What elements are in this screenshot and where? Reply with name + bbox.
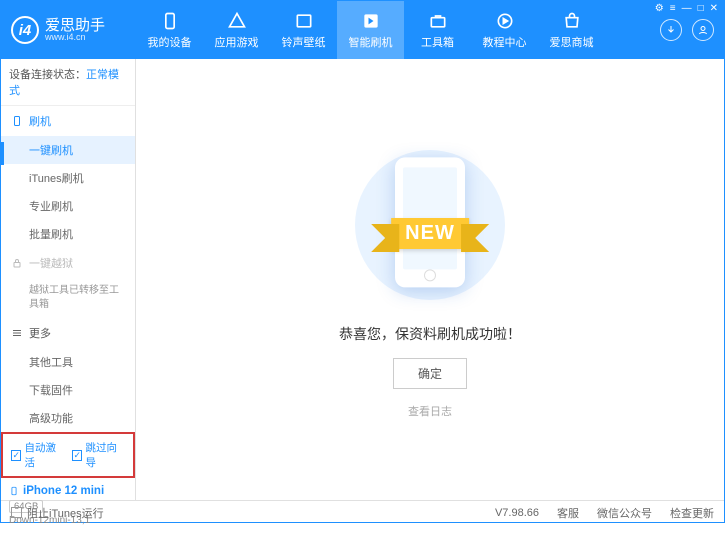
sidebar-section-more[interactable]: 更多 [1,318,135,348]
support-link[interactable]: 客服 [557,505,579,521]
settings-icon[interactable]: ⚙ [655,3,664,14]
tab-label: 智能刷机 [349,34,393,50]
checkbox-icon: ✓ [72,450,82,461]
maximize-icon[interactable]: □ [698,3,704,14]
sidebar: 设备连接状态：正常模式 刷机 一键刷机 iTunes刷机 专业刷机 批量刷机 一… [1,59,136,500]
status-label: 设备连接状态： [9,69,86,81]
device-status: 设备连接状态：正常模式 [1,59,135,106]
main-content: NEW 恭喜您，保资料刷机成功啦！ 确定 查看日志 [136,59,724,500]
tab-label: 我的设备 [148,34,192,50]
close-icon[interactable]: ✕ [710,3,718,14]
tab-label: 教程中心 [483,34,527,50]
tab-label: 爱思商城 [550,34,594,50]
jailbreak-note: 越狱工具已转移至工具箱 [1,278,135,318]
logo-icon: i4 [11,16,39,44]
success-message: 恭喜您，保资料刷机成功啦！ [339,324,521,344]
device-name: iPhone 12 mini [23,485,104,497]
phone-icon [160,11,180,31]
lock-icon [11,257,23,269]
sidebar-item-download-fw[interactable]: 下载固件 [1,376,135,404]
tab-ringtones[interactable]: 铃声壁纸 [270,1,337,59]
user-icon [697,24,709,36]
flash-icon [361,11,381,31]
new-ribbon: NEW [391,218,469,249]
minimize-icon[interactable]: — [682,3,692,14]
success-illustration: NEW [355,140,505,310]
tab-store[interactable]: 爱思商城 [538,1,605,59]
sidebar-item-advanced[interactable]: 高级功能 [1,404,135,432]
checkbox-label: 自动激活 [24,440,64,470]
view-log-link[interactable]: 查看日志 [408,403,452,419]
sidebar-item-pro[interactable]: 专业刷机 [1,192,135,220]
device-icon [9,484,19,498]
wechat-link[interactable]: 微信公众号 [597,505,652,521]
sidebar-section-flash[interactable]: 刷机 [1,106,135,136]
apps-icon [227,11,247,31]
user-button[interactable] [692,19,714,41]
confirm-button[interactable]: 确定 [393,358,467,389]
checkbox-block-itunes[interactable] [11,507,22,518]
tab-label: 工具箱 [421,34,454,50]
checkbox-label: 跳过向导 [85,440,125,470]
section-label: 刷机 [29,113,51,129]
sidebar-item-batch[interactable]: 批量刷机 [1,220,135,248]
checkbox-icon: ✓ [11,450,21,461]
sidebar-item-other-tools[interactable]: 其他工具 [1,348,135,376]
checkbox-auto-activate[interactable]: ✓ 自动激活 [11,440,64,470]
tab-apps[interactable]: 应用游戏 [203,1,270,59]
tab-toolbox[interactable]: 工具箱 [404,1,471,59]
titlebar: i4 爱思助手 www.i4.cn 我的设备 应用游戏 铃声壁纸 智能刷机 [1,1,724,59]
sidebar-item-itunes[interactable]: iTunes刷机 [1,164,135,192]
section-label: 一键越狱 [29,255,73,271]
section-label: 更多 [29,325,51,341]
more-icon [11,327,23,339]
sidebar-options-box: ✓ 自动激活 ✓ 跳过向导 [1,432,135,478]
check-update-link[interactable]: 检查更新 [670,505,714,521]
download-icon [665,24,677,36]
wallpaper-icon [294,11,314,31]
phone-icon [11,115,23,127]
tutorial-icon [495,11,515,31]
tab-label: 应用游戏 [215,34,259,50]
block-itunes-label: 阻止iTunes运行 [27,505,104,521]
app-url: www.i4.cn [45,33,105,42]
tab-label: 铃声壁纸 [282,34,326,50]
logo-area: i4 爱思助手 www.i4.cn [1,1,136,59]
toolbox-icon [428,11,448,31]
download-button[interactable] [660,19,682,41]
tab-my-device[interactable]: 我的设备 [136,1,203,59]
sidebar-section-jailbreak: 一键越狱 [1,248,135,278]
tab-tutorials[interactable]: 教程中心 [471,1,538,59]
sidebar-item-oneclick[interactable]: 一键刷机 [1,136,135,164]
app-name: 爱思助手 [45,18,105,33]
store-icon [562,11,582,31]
menu-icon[interactable]: ≡ [670,3,676,14]
version-label: V7.98.66 [495,507,539,519]
checkbox-skip-guide[interactable]: ✓ 跳过向导 [72,440,125,470]
tab-flash[interactable]: 智能刷机 [337,1,404,59]
